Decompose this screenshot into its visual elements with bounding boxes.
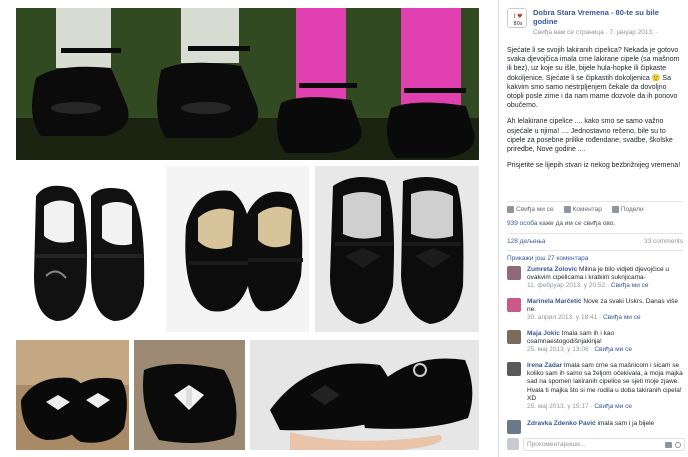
post-paragraph: Sjećate li se svojih lakiranih cipelica?… xyxy=(507,47,680,110)
svg-text:80s: 80s xyxy=(514,21,523,27)
divider xyxy=(507,233,683,234)
comment-time: 30. април 2013. у 18:41 · Свиђа ми се xyxy=(527,314,641,322)
post-sidebar: I ♥ 80s Dobra Stara Vremena - 80-te su b… xyxy=(498,0,688,457)
comment-button[interactable]: Коментар xyxy=(563,205,602,213)
photo-shoes-in-hand[interactable] xyxy=(250,340,479,450)
likes-count-link[interactable]: 939 особа xyxy=(507,220,537,227)
post-meta: Свиђа вам се страница · 7. јануар 2013. … xyxy=(533,29,658,36)
post-paragraph: Prisjetite se lijepih stvari iz nekog be… xyxy=(507,162,681,170)
photo-shoes-white-bg-1[interactable] xyxy=(16,166,160,332)
comments-count: 33 comments xyxy=(643,238,683,245)
photo-legs-shoes[interactable] xyxy=(16,8,479,160)
photo-collage[interactable] xyxy=(0,0,498,457)
commenter-name[interactable]: Zumreta Zolovic xyxy=(527,266,577,273)
comment-like-link[interactable]: Свиђа ми се xyxy=(594,403,632,410)
show-more-comments-link[interactable]: Прикажи још 27 коментара xyxy=(507,255,588,262)
speech-bubble-icon xyxy=(563,205,571,213)
photo-shoes-bows[interactable] xyxy=(315,166,479,332)
share-arrow-icon xyxy=(611,205,619,213)
comment-composer: Прокоментариши... xyxy=(507,437,685,451)
commenter-name[interactable]: Marinela Marčetić xyxy=(527,298,582,305)
comment-time: 25. мај 2013. у 15:17 · Свиђа ми се xyxy=(527,403,632,411)
shares-comments-row: 128 дељења 33 comments xyxy=(507,238,683,245)
commenter-avatar[interactable] xyxy=(507,362,521,376)
like-button[interactable]: Свиђа ми се xyxy=(507,205,554,213)
commenter-avatar[interactable] xyxy=(507,266,521,280)
user-avatar xyxy=(507,438,519,450)
commenter-name[interactable]: Zdravka Zdenko Pavić xyxy=(527,420,596,427)
post-actions: Свиђа ми се Коментар Подели xyxy=(507,201,683,213)
emoji-icon[interactable] xyxy=(675,441,681,448)
divider xyxy=(507,250,683,251)
commenter-avatar[interactable] xyxy=(507,298,521,312)
comment-like-link[interactable]: Свиђа ми се xyxy=(594,346,632,353)
shares-link[interactable]: 128 дељења xyxy=(507,238,545,245)
comment-like-link[interactable]: Свиђа ми се xyxy=(611,282,649,289)
share-button[interactable]: Подели xyxy=(611,205,644,213)
commenter-avatar[interactable] xyxy=(507,420,521,434)
commenter-avatar[interactable] xyxy=(507,330,521,344)
photo-shoe-white-bow[interactable] xyxy=(134,340,245,450)
comment-time: 25. мај 2013. у 13:06 · Свиђа ми се xyxy=(527,346,632,354)
commenter-name[interactable]: Irena Zadar xyxy=(527,362,562,369)
post-header: I ♥ 80s Dobra Stara Vremena - 80-te su b… xyxy=(507,6,684,42)
camera-icon[interactable] xyxy=(665,441,672,448)
likes-summary: 939 особа каже да им се свиђа ово. xyxy=(507,220,616,227)
page-avatar[interactable]: I ♥ 80s xyxy=(507,8,527,28)
commenter-name[interactable]: Maja Jokic xyxy=(527,330,560,337)
svg-text:I ♥: I ♥ xyxy=(513,13,522,20)
comment-like-link[interactable]: Свиђа ми се xyxy=(603,314,641,321)
comment-text: imala sam i ja bijele xyxy=(595,420,655,427)
page-name-link[interactable]: Dobra Stara Vremena - 80-te su bile godi… xyxy=(533,8,684,26)
comment-input[interactable]: Прокоментариши... xyxy=(523,437,685,451)
post-paragraph: Ah lelakirane cipelice .... kako smo se … xyxy=(507,118,673,154)
thumbs-up-icon xyxy=(507,205,514,213)
comment-time: 11. фебруар 2013. у 20:52 · Свиђа ми се xyxy=(527,282,649,290)
photo-shoes-white-bg-2[interactable] xyxy=(166,166,309,332)
post-text: Sjećate li se svojih lakiranih cipelica?… xyxy=(507,46,683,177)
photo-shoes-bow-side[interactable] xyxy=(16,340,129,450)
